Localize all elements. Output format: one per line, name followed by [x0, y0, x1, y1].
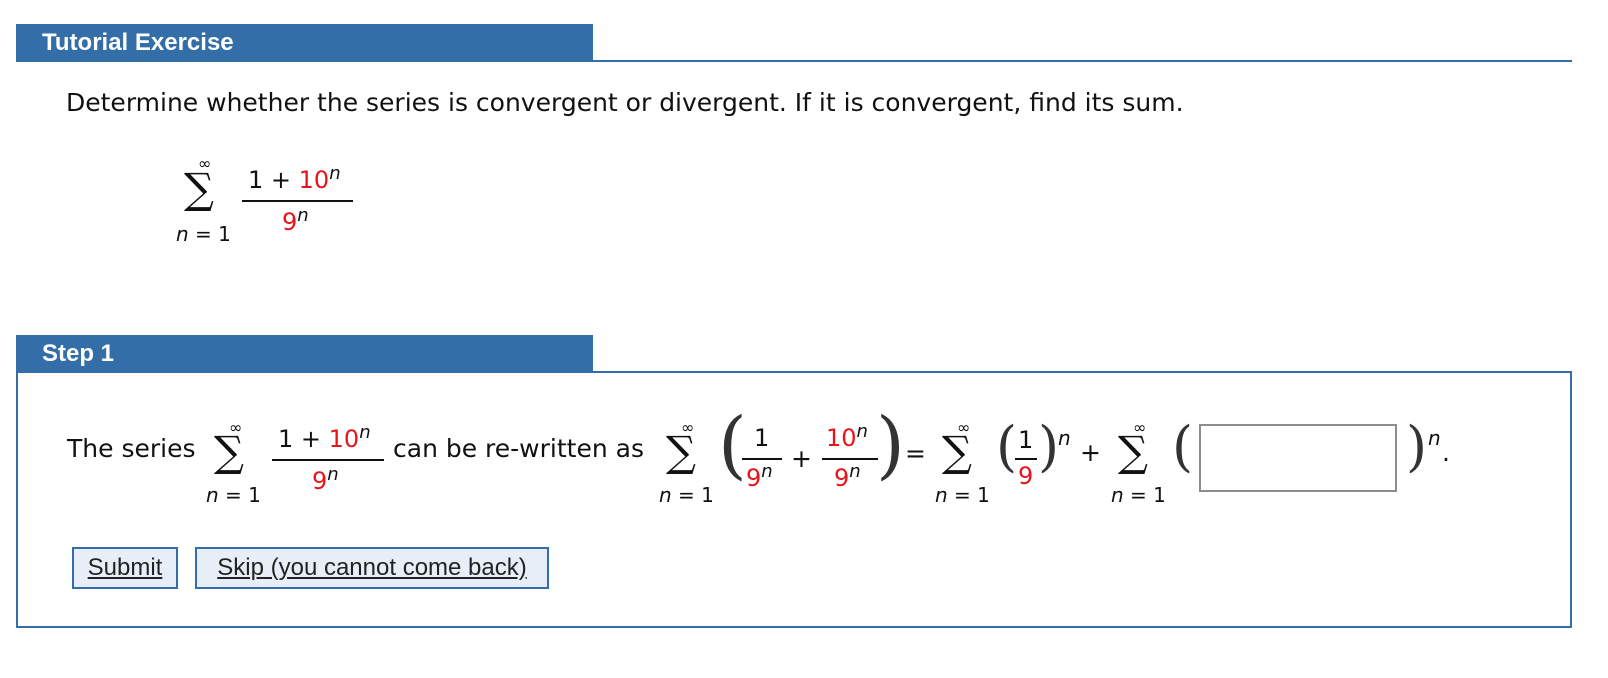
nine-denominator: 9n [746, 461, 773, 492]
left-paren: ( [1172, 415, 1194, 478]
skip-button[interactable]: Skip (you cannot come back) [195, 547, 549, 589]
tutorial-header: Tutorial Exercise [16, 24, 1572, 62]
left-paren: ( [996, 415, 1018, 478]
equals-sign: = [905, 439, 926, 468]
fraction-bar [272, 459, 384, 461]
step1-title: Step 1 [16, 335, 593, 373]
left-paren: ( [718, 402, 747, 488]
fraction-bar [1015, 458, 1037, 460]
period: . [1442, 438, 1450, 467]
right-paren: ) [876, 402, 905, 488]
sigma-symbol: ∑ [214, 427, 244, 476]
series-numerator: 1 + 10n [248, 163, 341, 194]
right-paren: ) [1406, 415, 1428, 478]
exponent: n [1058, 426, 1071, 450]
ten-numerator: 10n [826, 421, 868, 452]
submit-button[interactable]: Submit [72, 547, 178, 589]
lower-limit: n = 1 [206, 483, 261, 507]
step1-header: Step 1 [16, 335, 1572, 373]
one-numerator: 1 [1018, 426, 1034, 454]
step1-middle-text: can be re-written as [393, 434, 644, 463]
fraction-bar [242, 200, 353, 202]
fraction-bar [742, 458, 782, 460]
lower-limit: n = 1 [659, 483, 714, 507]
nine-denominator: 9n [834, 461, 861, 492]
sigma-symbol: ∑ [666, 427, 696, 476]
lower-limit: n = 1 [176, 222, 231, 246]
right-paren: ) [1038, 415, 1060, 478]
plus-sign: + [791, 444, 812, 473]
tutorial-page: Tutorial Exercise Determine whether the … [0, 0, 1608, 678]
tutorial-title: Tutorial Exercise [16, 24, 593, 62]
one-numerator: 1 [754, 424, 770, 452]
plus-sign: + [1080, 438, 1101, 467]
sigma-symbol: ∑ [184, 164, 214, 213]
step1-prefix: The series [67, 434, 196, 463]
sigma-symbol: ∑ [942, 427, 972, 476]
fraction-bar [822, 458, 878, 460]
step-numerator: 1 + 10n [278, 422, 371, 453]
lower-limit: n = 1 [1111, 483, 1166, 507]
exponent: n [1428, 426, 1441, 450]
sigma-symbol: ∑ [1118, 427, 1148, 476]
answer-input[interactable] [1199, 424, 1397, 492]
step-denominator: 9n [312, 464, 339, 495]
lower-limit: n = 1 [935, 483, 990, 507]
series-denominator: 9n [282, 205, 309, 236]
nine-denominator: 9 [1018, 462, 1034, 490]
question-text: Determine whether the series is converge… [66, 88, 1184, 117]
